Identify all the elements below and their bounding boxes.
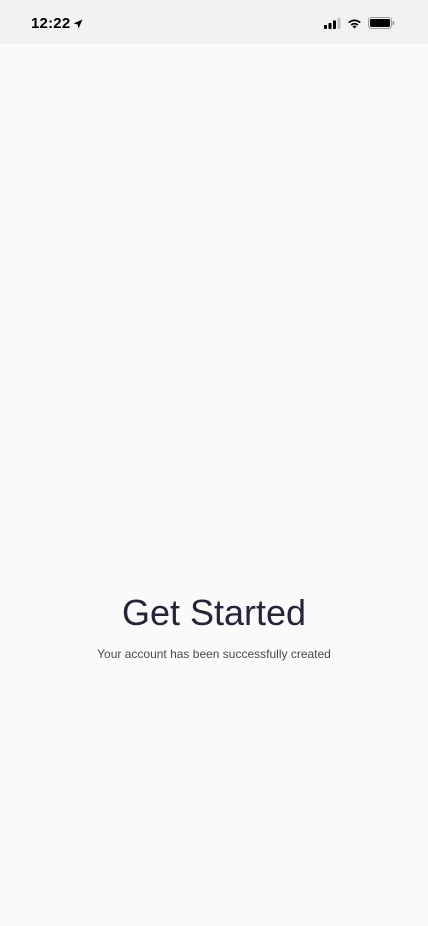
wifi-icon xyxy=(348,19,361,29)
status-time: 12:22 xyxy=(31,15,83,32)
page-title: Get Started xyxy=(121,592,307,633)
signal-icon xyxy=(324,17,341,29)
page-subtitle: Your account has been successfully creat… xyxy=(97,647,331,661)
status-time-text: 12:22 xyxy=(31,15,71,32)
app-screen: 12:22 Get Started Your account has been … xyxy=(0,0,428,926)
status-icons xyxy=(324,17,395,29)
status-bar: 12:22 xyxy=(0,0,428,44)
get-started-content: Get Started Your account has been succes… xyxy=(0,592,428,662)
location-arrow-icon xyxy=(73,19,83,28)
battery-icon xyxy=(368,17,395,29)
